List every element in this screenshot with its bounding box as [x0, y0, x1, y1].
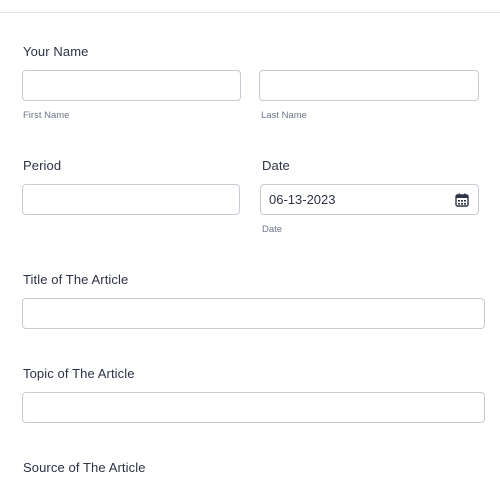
- date-value: 06-13-2023: [269, 192, 336, 207]
- last-name-sublabel: Last Name: [261, 110, 307, 121]
- calendar-icon[interactable]: [455, 193, 469, 207]
- date-label: Date: [262, 158, 290, 173]
- title-label: Title of The Article: [23, 272, 129, 287]
- first-name-input[interactable]: [22, 70, 241, 101]
- period-input[interactable]: [22, 184, 240, 215]
- date-input[interactable]: 06-13-2023: [260, 184, 479, 215]
- period-label: Period: [23, 158, 62, 173]
- article-form: Your Name First Name Last Name Period Da…: [0, 0, 500, 484]
- title-input[interactable]: [22, 298, 485, 329]
- first-name-sublabel: First Name: [23, 110, 70, 121]
- topic-input[interactable]: [22, 392, 485, 423]
- your-name-label: Your Name: [23, 44, 89, 59]
- source-label: Source of The Article: [23, 460, 146, 475]
- last-name-input[interactable]: [259, 70, 479, 101]
- date-sublabel: Date: [262, 224, 283, 235]
- topic-label: Topic of The Article: [23, 366, 135, 381]
- top-divider: [0, 12, 500, 13]
